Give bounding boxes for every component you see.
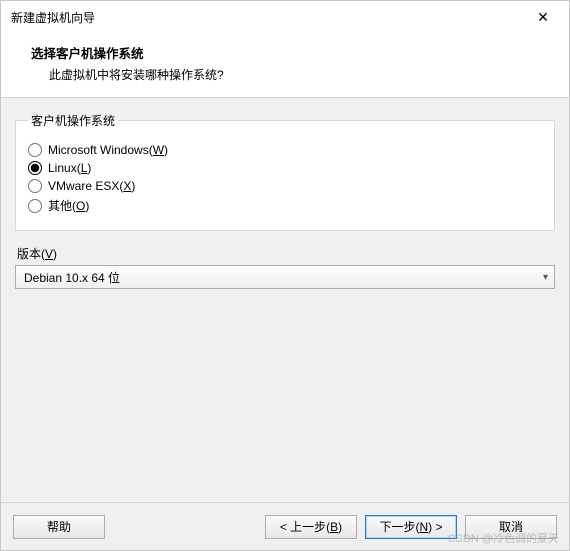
wizard-footer: 帮助 < 上一步(B) 下一步(N) > 取消 (1, 502, 569, 550)
version-label: 版本(V) (17, 245, 555, 262)
radio-vmware-esx-label: VMware ESX(X) (48, 179, 135, 193)
radio-linux-label: Linux(L) (48, 161, 91, 175)
version-select[interactable]: Debian 10.x 64 位 ▾ (15, 265, 555, 289)
radio-vmware-esx-input[interactable] (28, 179, 42, 193)
wizard-header: 选择客户机操作系统 此虚拟机中将安装哪种操作系统? (1, 33, 569, 98)
window-title: 新建虚拟机向导 (11, 9, 95, 26)
radio-windows[interactable]: Microsoft Windows(W) (28, 143, 542, 157)
version-selected-text: Debian 10.x 64 位 (24, 269, 120, 286)
radio-linux-input[interactable] (28, 161, 42, 175)
next-button[interactable]: 下一步(N) > (365, 515, 457, 539)
cancel-button[interactable]: 取消 (465, 515, 557, 539)
back-button[interactable]: < 上一步(B) (265, 515, 357, 539)
page-subtext: 此虚拟机中将安装哪种操作系统? (31, 66, 555, 83)
radio-other[interactable]: 其他(O) (28, 197, 542, 214)
version-group: 版本(V) Debian 10.x 64 位 ▾ (15, 245, 555, 289)
chevron-down-icon: ▾ (543, 272, 548, 283)
close-button[interactable]: ✕ (523, 3, 563, 31)
help-button[interactable]: 帮助 (13, 515, 105, 539)
page-heading: 选择客户机操作系统 (31, 43, 555, 62)
titlebar: 新建虚拟机向导 ✕ (1, 1, 569, 33)
guest-os-group: 客户机操作系统 Microsoft Windows(W) Linux(L) VM… (15, 112, 555, 231)
radio-linux[interactable]: Linux(L) (28, 161, 542, 175)
guest-os-legend: 客户机操作系统 (28, 112, 118, 129)
radio-other-input[interactable] (28, 199, 42, 213)
version-select-display[interactable]: Debian 10.x 64 位 ▾ (15, 265, 555, 289)
close-icon: ✕ (537, 9, 549, 26)
wizard-content: 客户机操作系统 Microsoft Windows(W) Linux(L) VM… (1, 98, 569, 502)
radio-vmware-esx[interactable]: VMware ESX(X) (28, 179, 542, 193)
radio-windows-input[interactable] (28, 143, 42, 157)
radio-other-label: 其他(O) (48, 197, 89, 214)
wizard-window: 新建虚拟机向导 ✕ 选择客户机操作系统 此虚拟机中将安装哪种操作系统? 客户机操… (0, 0, 570, 551)
radio-windows-label: Microsoft Windows(W) (48, 143, 168, 157)
